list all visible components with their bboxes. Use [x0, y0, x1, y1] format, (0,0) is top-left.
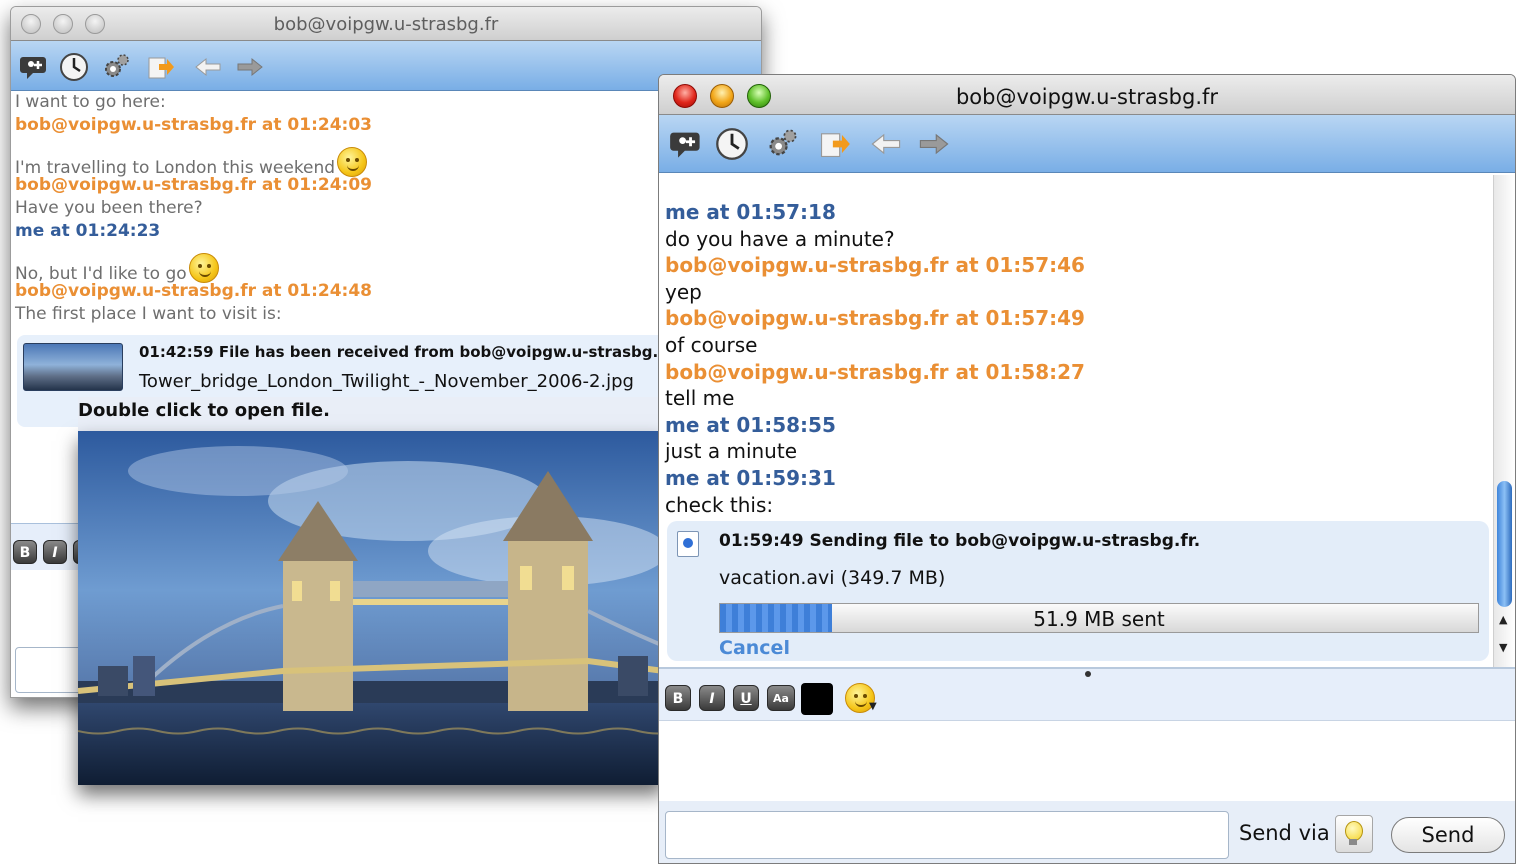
sender-me: me at 01:59:31 — [665, 465, 836, 490]
sender-bob: bob@voipgw.u-strasbg.fr at 01:24:03 — [15, 115, 372, 135]
front-conversation: me at 01:57:18 do you have a minute? bob… — [665, 199, 1485, 518]
file-transfer-name: vacation.avi (349.7 MB) — [719, 567, 946, 589]
file-transfer-card: 01:59:49 Sending file to bob@voipgw.u-st… — [667, 521, 1489, 661]
file-received-name[interactable]: Tower_bridge_London_Twilight_-_November_… — [139, 371, 634, 392]
sender-me: me at 01:58:55 — [665, 412, 836, 437]
smiley-icon — [188, 253, 219, 283]
sender-bob: bob@voipgw.u-strasbg.fr at 01:57:49 — [665, 306, 1085, 331]
smiley-icon — [337, 147, 368, 177]
forward-arrow-icon[interactable] — [917, 127, 951, 161]
italic-button[interactable]: I — [699, 685, 725, 711]
font-button[interactable]: Aa — [767, 685, 795, 711]
italic-button[interactable]: I — [43, 540, 67, 564]
back-arrow-icon[interactable] — [193, 52, 223, 82]
front-titlebar[interactable]: bob@voipgw.u-strasbg.fr — [659, 75, 1515, 115]
chat-scrollbar[interactable]: ▲ ▼ — [1493, 175, 1515, 667]
scrollbar-thumb[interactable] — [1497, 481, 1512, 607]
send-file-icon[interactable] — [817, 127, 851, 161]
history-icon[interactable] — [715, 127, 749, 161]
file-transfer-progress: 51.9 MB sent — [719, 603, 1479, 633]
font-color-icon[interactable] — [801, 683, 833, 715]
scroll-up-arrow[interactable]: ▲ — [1499, 613, 1507, 626]
bold-button[interactable]: B — [665, 685, 691, 711]
bold-button[interactable]: B — [13, 540, 37, 564]
send-bar: Send via Send — [659, 801, 1515, 863]
front-toolbar — [659, 115, 1515, 173]
send-file-icon[interactable] — [145, 52, 175, 82]
sender-bob: bob@voipgw.u-strasbg.fr at 01:57:46 — [665, 253, 1085, 278]
open-file-hint: Double click to open file. — [78, 397, 664, 431]
chevron-down-icon: ▼ — [869, 701, 877, 712]
scroll-down-arrow[interactable]: ▼ — [1499, 641, 1507, 654]
back-toolbar — [11, 41, 761, 91]
message-text: of course — [665, 332, 758, 357]
settings-icon[interactable] — [101, 52, 131, 82]
add-contact-icon[interactable] — [669, 127, 703, 161]
front-window-title: bob@voipgw.u-strasbg.fr — [955, 85, 1219, 109]
message-text: The first place I want to visit is: — [15, 304, 282, 324]
sender-bob: bob@voipgw.u-strasbg.fr at 01:24:48 — [15, 281, 372, 301]
cancel-transfer-link[interactable]: Cancel — [719, 637, 790, 659]
sender-bob: bob@voipgw.u-strasbg.fr at 01:58:27 — [665, 359, 1085, 384]
message-text: yep — [665, 279, 702, 304]
file-received-status: 01:42:59 File has been received from bob… — [139, 343, 676, 361]
file-thumbnail[interactable] — [23, 343, 123, 391]
message-text: tell me — [665, 386, 735, 411]
back-titlebar[interactable]: bob@voipgw.u-strasbg.fr — [11, 7, 761, 41]
message-text: check this: — [665, 492, 774, 517]
progress-text: 51.9 MB sent — [1033, 607, 1165, 631]
forward-arrow-icon[interactable] — [235, 52, 265, 82]
sender-me: me at 01:24:23 — [15, 221, 161, 241]
underline-button[interactable]: U — [733, 685, 759, 711]
file-transfer-status: 01:59:49 Sending file to bob@voipgw.u-st… — [719, 531, 1201, 551]
back-arrow-icon[interactable] — [869, 127, 903, 161]
sender-bob: bob@voipgw.u-strasbg.fr at 01:24:09 — [15, 175, 372, 195]
message-text: just a minute — [665, 439, 798, 464]
tower-bridge-photo — [78, 431, 664, 785]
settings-icon[interactable] — [765, 127, 799, 161]
lightbulb-icon[interactable] — [1335, 815, 1373, 853]
back-conversation: I want to go here: bob@voipgw.u-strasbg.… — [15, 91, 755, 326]
message-input[interactable] — [665, 811, 1229, 859]
format-bar: B I U Aa ▼ — [659, 669, 1515, 721]
splitter-handle[interactable] — [1085, 671, 1091, 677]
video-file-icon — [677, 531, 699, 557]
message-text: do you have a minute? — [665, 226, 895, 251]
message-text: Have you been there? — [15, 198, 203, 218]
sender-me: me at 01:57:18 — [665, 200, 836, 224]
front-chat-window: bob@voipgw.u-strasbg.fr me at 01:57:18 d… — [658, 74, 1516, 864]
send-button[interactable]: Send — [1391, 817, 1505, 853]
history-icon[interactable] — [59, 52, 89, 82]
send-via-label: Send via — [1239, 821, 1330, 845]
message-text: I want to go here: — [15, 92, 166, 112]
back-window-title: bob@voipgw.u-strasbg.fr — [273, 14, 499, 35]
image-preview[interactable] — [78, 431, 664, 785]
add-contact-icon[interactable] — [19, 52, 49, 82]
